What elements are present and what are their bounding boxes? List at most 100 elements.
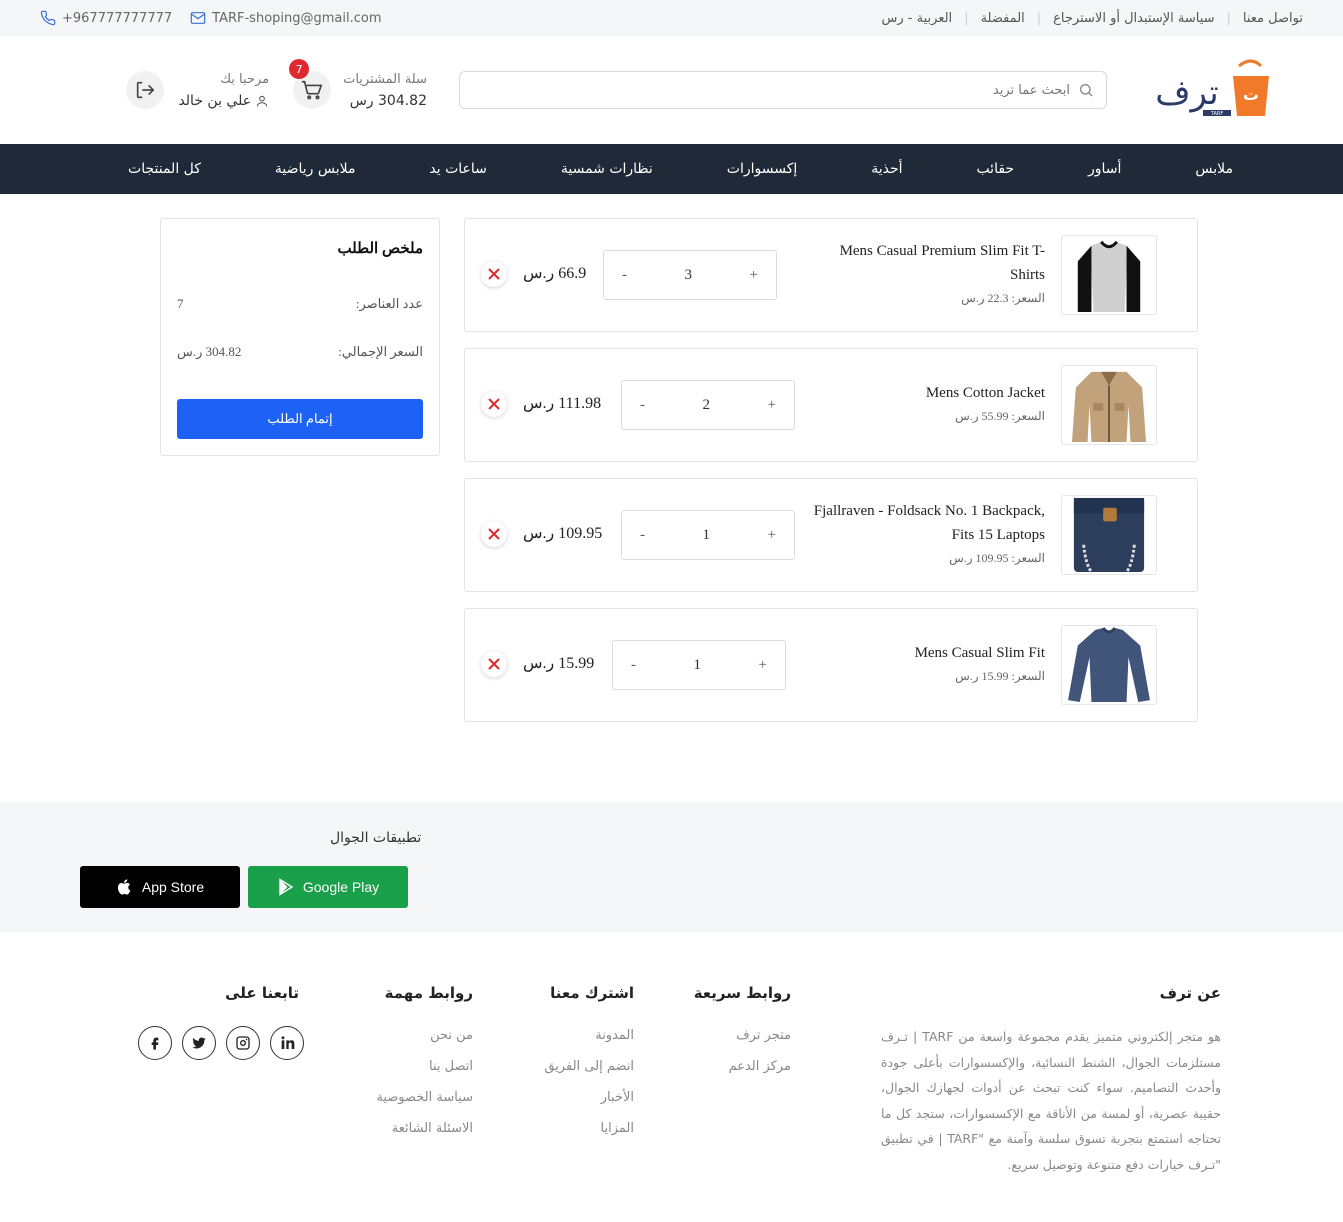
longsleeve-image	[1068, 627, 1150, 703]
app-store-button[interactable]: App Store	[80, 866, 240, 908]
user-name: علي بن خالد	[178, 92, 252, 109]
footer-link-blog[interactable]: المدونة	[544, 1028, 634, 1043]
cart-item: Mens Casual Premium Slim Fit T-Shirts ال…	[464, 218, 1198, 332]
cart-widget[interactable]: سلة المشتريات 304.82 رس 7	[289, 59, 427, 109]
nav-item-all-products[interactable]: كل المنتجات	[128, 161, 201, 177]
phone-number: +967777777777	[62, 10, 173, 26]
product-title[interactable]: Mens Casual Premium Slim Fit T-Shirts	[805, 239, 1045, 287]
footer-link-contact[interactable]: اتصل بنا	[376, 1059, 473, 1074]
cart-text: سلة المشتريات 304.82 رس	[343, 72, 427, 109]
backpack-image	[1073, 497, 1145, 573]
instagram-icon	[236, 1036, 250, 1050]
remove-item-button[interactable]	[481, 521, 507, 547]
facebook-button[interactable]	[138, 1026, 172, 1060]
product-image[interactable]	[1061, 495, 1157, 575]
phone-contact[interactable]: +967777777777	[40, 10, 172, 26]
items-count-row: عدد العناصر: 7	[177, 296, 423, 312]
divider: |	[1226, 10, 1231, 26]
category-nav: ملابس أساور حقائب أحذية إكسسوارات نظارات…	[0, 144, 1343, 194]
line-total: 109.95 ر.س	[523, 525, 603, 542]
cart-icon	[302, 80, 323, 100]
nav-item-bags[interactable]: حقائب	[976, 161, 1014, 177]
linkedin-button[interactable]	[270, 1026, 304, 1060]
product-title[interactable]: Fjallraven - Foldsack No. 1 Backpack, Fi…	[805, 499, 1045, 547]
cart-item: Fjallraven - Foldsack No. 1 Backpack, Fi…	[464, 478, 1198, 592]
product-title[interactable]: Mens Casual Slim Fit	[805, 641, 1045, 665]
contact-us-link[interactable]: تواصل معنا	[1243, 11, 1303, 26]
footer-link-faq[interactable]: الاسئلة الشائعة	[376, 1121, 473, 1136]
remove-item-button[interactable]	[481, 391, 507, 417]
return-policy-link[interactable]: سياسة الإستبدال أو الاسترجاع	[1053, 11, 1214, 26]
product-image[interactable]	[1061, 365, 1157, 445]
footer-link-privacy[interactable]: سياسة الخصوصية	[376, 1090, 473, 1105]
cart-amount: 304.82 رس	[349, 92, 427, 109]
search-bar[interactable]	[459, 71, 1107, 109]
footer-link-join-team[interactable]: انضم إلى الفريق	[544, 1059, 634, 1074]
remove-item-button[interactable]	[481, 261, 507, 287]
increase-button[interactable]: +	[750, 267, 758, 284]
footer-link-news[interactable]: الأخبار	[544, 1090, 634, 1105]
increase-button[interactable]: +	[768, 527, 776, 544]
email-address: TARF-shoping@gmail.com	[212, 10, 382, 26]
close-icon	[488, 658, 500, 670]
checkout-button[interactable]: إتمام الطلب	[177, 399, 423, 439]
footer-link-about-us[interactable]: من نحن	[376, 1028, 473, 1043]
nav-item-accessories[interactable]: إكسسوارات	[727, 161, 798, 177]
increase-button[interactable]: +	[759, 657, 767, 674]
quantity-value[interactable]: 3	[685, 267, 693, 284]
footer-link-tarf-store[interactable]: متجر ترف	[694, 1028, 791, 1043]
nav-item-bracelets[interactable]: أساور	[1088, 161, 1121, 177]
nav-item-watches[interactable]: ساعات يد	[429, 161, 487, 177]
increase-button[interactable]: +	[768, 397, 776, 414]
search-icon[interactable]	[1078, 82, 1094, 98]
twitter-button[interactable]	[182, 1026, 216, 1060]
nav-item-sportswear[interactable]: ملابس رياضية	[275, 161, 356, 177]
top-links: تواصل معنا | سياسة الإستبدال أو الاسترجا…	[882, 11, 1303, 26]
footer-important-links: روابط مهمة من نحن اتصل بنا سياسة الخصوصي…	[376, 984, 473, 1136]
close-icon	[488, 268, 500, 280]
product-title[interactable]: Mens Cotton Jacket	[805, 381, 1045, 405]
google-play-button[interactable]: Google Play	[248, 866, 408, 908]
instagram-button[interactable]	[226, 1026, 260, 1060]
product-image[interactable]	[1061, 625, 1157, 705]
header: ت ترف TARF سلة المشتريات 304.82 رس 7 مرح…	[0, 36, 1343, 144]
logout-icon	[137, 81, 155, 99]
footer-about: عن ترف هو متجر إلكتروني متميز يقدم مجموع…	[881, 984, 1221, 1178]
site-logo[interactable]: ت ترف TARF	[1141, 58, 1271, 122]
decrease-button[interactable]: -	[640, 397, 645, 414]
cart-item: Mens Casual Slim Fit السعر: 15.99 ر.س - …	[464, 608, 1198, 722]
nav-item-sunglasses[interactable]: نظارات شمسية	[561, 161, 653, 177]
decrease-button[interactable]: -	[622, 267, 627, 284]
svg-text:ترف: ترف	[1155, 73, 1218, 113]
quantity-stepper: - 3 +	[603, 250, 777, 300]
about-title: عن ترف	[1159, 984, 1221, 1002]
nav-item-clothes[interactable]: ملابس	[1195, 161, 1233, 177]
quantity-value[interactable]: 1	[703, 527, 711, 544]
email-contact[interactable]: TARF-shoping@gmail.com	[190, 10, 382, 26]
order-summary: ملخص الطلب عدد العناصر: 7 السعر الإجمالي…	[160, 218, 440, 456]
footer-link-support[interactable]: مركز الدعم	[694, 1059, 791, 1074]
total-value: 304.82 ر.س	[177, 344, 242, 359]
quantity-value[interactable]: 2	[703, 397, 711, 414]
quantity-value[interactable]: 1	[694, 657, 702, 674]
about-text: هو متجر إلكتروني متميز يقدم مجموعة واسعة…	[881, 1029, 1221, 1172]
user-name-row[interactable]: علي بن خالد	[178, 93, 269, 109]
favorites-link[interactable]: المفضلة	[981, 11, 1025, 26]
language-currency-selector[interactable]: العربية - رس	[882, 11, 953, 26]
close-icon	[488, 528, 500, 540]
apple-icon	[117, 879, 131, 895]
search-input[interactable]	[472, 82, 1070, 98]
user-widget: مرحبا بك علي بن خالد	[126, 71, 269, 109]
nav-item-shoes[interactable]: أحذية	[871, 161, 902, 177]
logout-button[interactable]	[126, 71, 165, 109]
quantity-stepper: - 1 +	[621, 510, 795, 560]
remove-item-button[interactable]	[481, 651, 507, 677]
decrease-button[interactable]: -	[640, 527, 645, 544]
close-icon	[488, 398, 500, 410]
product-image[interactable]	[1061, 235, 1157, 315]
mail-icon	[190, 12, 206, 24]
tshirt-image	[1077, 240, 1141, 313]
footer-link-features[interactable]: المزايا	[544, 1121, 634, 1136]
decrease-button[interactable]: -	[631, 657, 636, 674]
cart-button[interactable]: 7	[289, 59, 332, 109]
